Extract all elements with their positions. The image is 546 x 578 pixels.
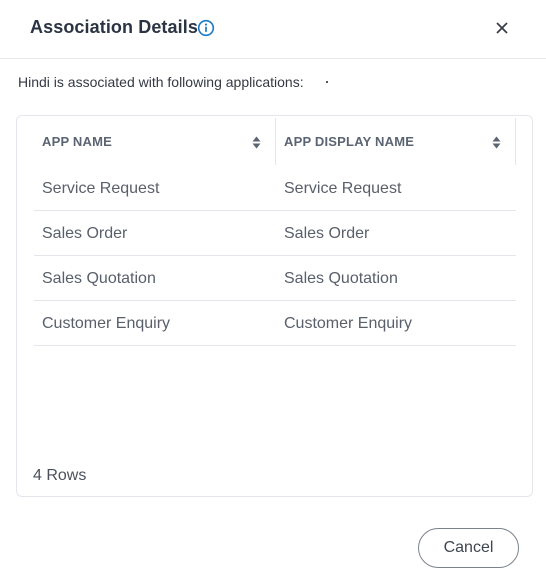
cancel-button[interactable]: Cancel xyxy=(418,528,519,568)
applications-table-panel: APP NAME APP DISPLAY NAME Service Reques… xyxy=(16,115,533,497)
dialog-header: Association Details xyxy=(0,0,546,59)
table-row[interactable]: Sales Order Sales Order xyxy=(34,211,516,256)
app-display-name-cell: Sales Order xyxy=(284,224,370,242)
column-header-label: APP NAME xyxy=(42,134,112,149)
info-icon[interactable] xyxy=(197,19,215,37)
table-row[interactable]: Sales Quotation Sales Quotation xyxy=(34,256,516,301)
app-name-cell: Service Request xyxy=(42,179,160,197)
close-icon xyxy=(496,22,508,34)
app-display-name-cell: Sales Quotation xyxy=(284,269,398,287)
decorative-dot xyxy=(326,81,328,83)
column-divider[interactable] xyxy=(515,118,516,165)
association-description: Hindi is associated with following appli… xyxy=(18,74,304,90)
app-display-name-cell: Customer Enquiry xyxy=(284,314,413,332)
table-header: APP NAME APP DISPLAY NAME xyxy=(34,118,516,165)
table-row[interactable]: Service Request Service Request xyxy=(34,166,516,211)
sort-icon[interactable] xyxy=(492,136,501,149)
column-header-label: APP DISPLAY NAME xyxy=(284,134,415,149)
row-count: 4 Rows xyxy=(33,467,87,484)
sort-icon[interactable] xyxy=(252,136,261,149)
app-name-cell: Sales Order xyxy=(42,224,128,242)
table-row[interactable]: Customer Enquiry Customer Enquiry xyxy=(34,301,516,346)
column-header-app-display-name[interactable]: APP DISPLAY NAME xyxy=(276,118,516,165)
app-display-name-cell: Service Request xyxy=(284,179,402,197)
column-header-app-name[interactable]: APP NAME xyxy=(34,118,275,165)
dialog-title: Association Details xyxy=(30,17,198,37)
close-button[interactable] xyxy=(492,18,512,38)
app-name-cell: Customer Enquiry xyxy=(42,314,171,332)
app-name-cell: Sales Quotation xyxy=(42,269,156,287)
